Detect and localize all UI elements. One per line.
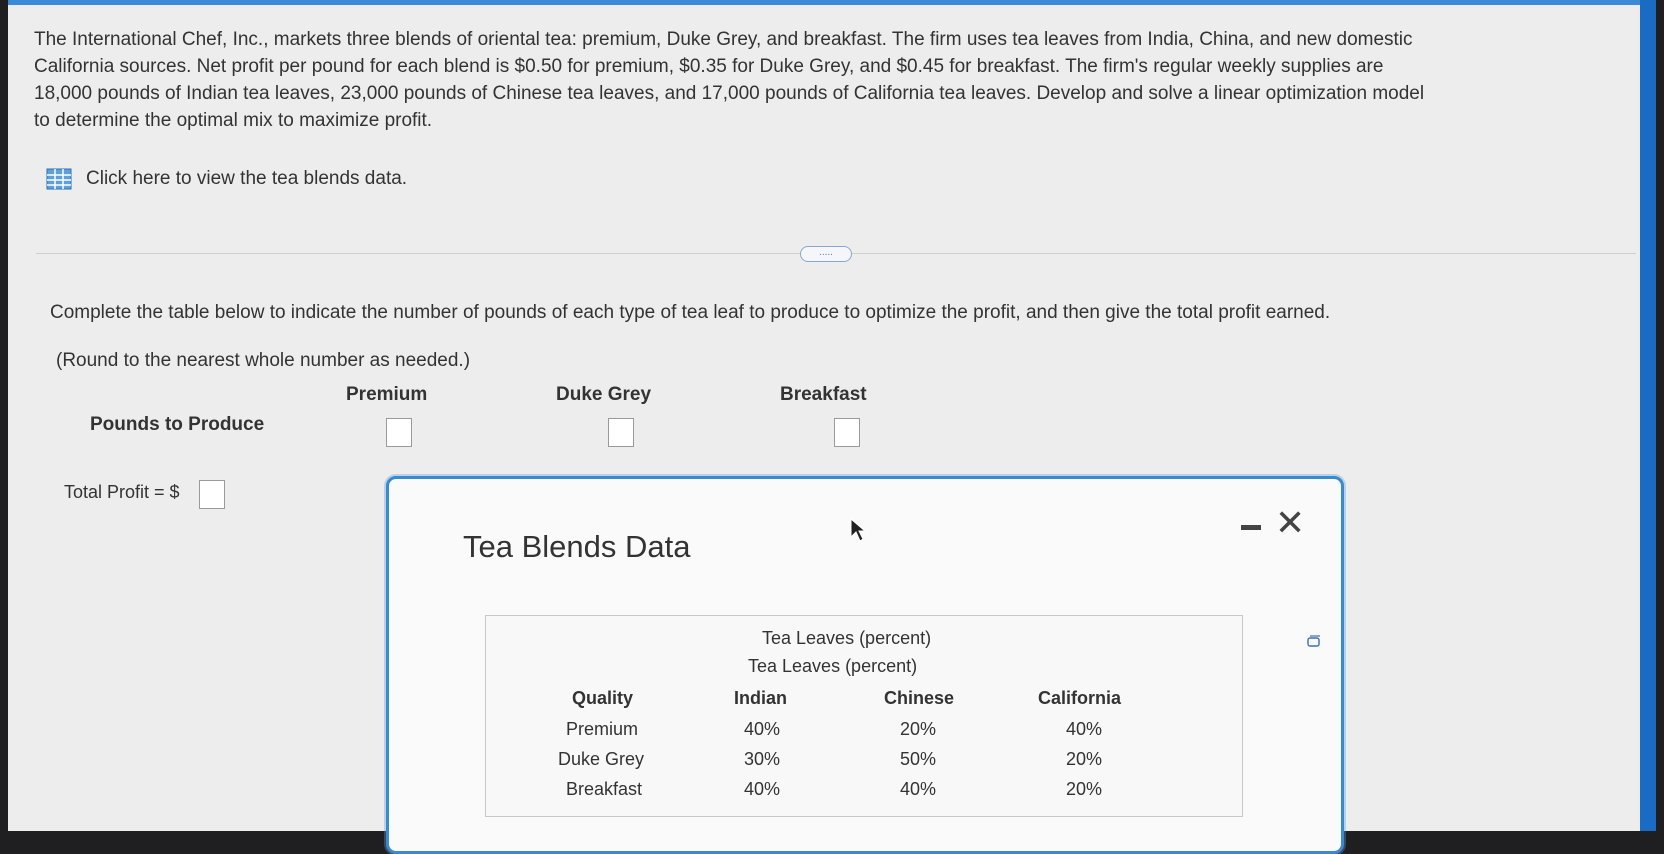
table-cell: Breakfast <box>566 779 643 799</box>
problem-line: The International Chef, Inc., markets th… <box>34 29 1413 50</box>
tea-blends-table: Tea Leaves (percent) Tea Leaves (percent… <box>485 615 1320 817</box>
table-header-quality: Quality <box>572 688 634 708</box>
screen: The International Chef, Inc., markets th… <box>8 0 1656 854</box>
row-label-pounds: Pounds to Produce <box>90 414 265 435</box>
data-link-label[interactable]: Click here to view the tea blends data. <box>86 168 407 190</box>
table-cell: 50% <box>900 749 937 769</box>
duke-grey-pounds-input[interactable] <box>608 418 634 447</box>
tea-blends-data-link[interactable]: Click here to view the tea blends data. <box>46 168 407 190</box>
dialog-title: Tea Blends Data <box>463 529 691 564</box>
table-cell: 20% <box>1066 749 1103 769</box>
top-accent-bar <box>8 0 1656 5</box>
table-caption: Tea Leaves (percent) <box>748 656 918 676</box>
table-cell: 20% <box>900 719 937 739</box>
breakfast-pounds-input[interactable] <box>834 418 860 447</box>
expand-more-button[interactable]: ..... <box>800 246 852 262</box>
table-cell: 30% <box>744 749 781 769</box>
close-icon[interactable]: ✕ <box>1275 503 1305 543</box>
minimize-icon[interactable] <box>1241 525 1261 530</box>
problem-line: California sources. Net profit per pound… <box>34 56 1384 77</box>
table-cell: 40% <box>1066 719 1103 739</box>
table-cell: 40% <box>744 719 781 739</box>
table-cell: Duke Grey <box>558 749 645 769</box>
right-edge-bar <box>1640 0 1656 831</box>
table-cell: 40% <box>900 779 937 799</box>
total-profit-input[interactable] <box>199 480 225 509</box>
table-header-california: California <box>1038 688 1122 708</box>
rounding-note: (Round to the nearest whole number as ne… <box>56 350 471 371</box>
premium-pounds-input[interactable] <box>386 418 412 447</box>
table-header-chinese: Chinese <box>884 688 955 708</box>
tea-blends-dialog: Tea Blends Data ✕ Tea Leaves (percent) T… <box>386 476 1344 854</box>
table-cell: 40% <box>744 779 781 799</box>
total-profit-label: Total Profit = $ <box>64 482 180 502</box>
mouse-pointer-icon <box>850 517 867 542</box>
table-caption: Tea Leaves (percent) <box>762 628 932 648</box>
problem-statement: The International Chef, Inc., markets th… <box>34 26 1634 134</box>
table-cell: Premium <box>566 719 639 739</box>
table-header-indian: Indian <box>734 688 787 708</box>
copy-icon[interactable] <box>1306 634 1322 650</box>
table-cell: 20% <box>1066 779 1103 799</box>
column-header-premium: Premium <box>346 384 428 405</box>
table-grid-icon <box>46 168 72 190</box>
column-header-breakfast: Breakfast <box>780 384 867 405</box>
problem-line: 18,000 pounds of Indian tea leaves, 23,0… <box>34 83 1425 104</box>
problem-line: to determine the optimal mix to maximize… <box>34 110 433 131</box>
column-header-duke-grey: Duke Grey <box>556 384 652 405</box>
instruction-text: Complete the table below to indicate the… <box>50 302 1331 323</box>
